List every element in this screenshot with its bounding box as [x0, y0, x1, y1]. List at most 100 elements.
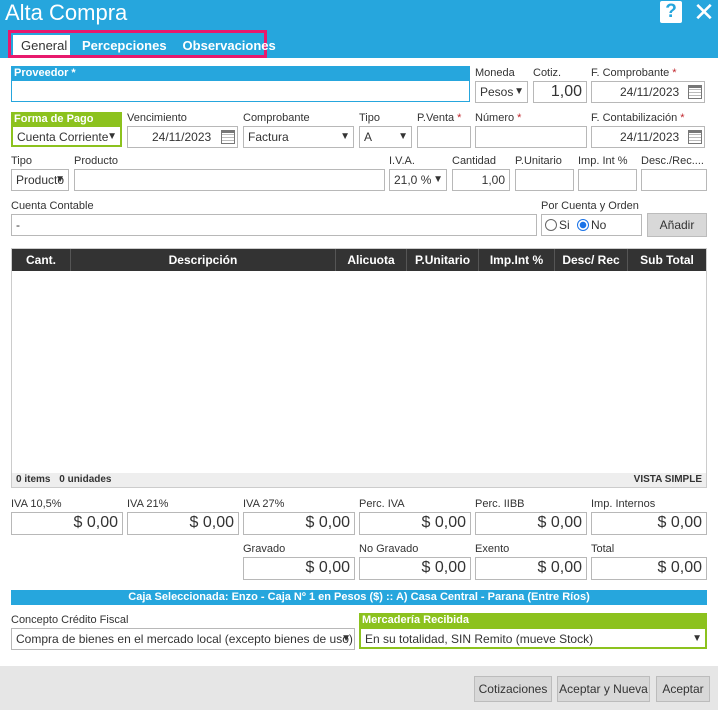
col-subtotal[interactable]: Sub Total: [628, 249, 706, 271]
proveedor-input[interactable]: [11, 80, 470, 102]
cotiz-label: Cotiz.: [533, 67, 562, 79]
calendar-icon[interactable]: [221, 130, 235, 144]
tab-observaciones[interactable]: Observaciones: [175, 35, 284, 55]
comprobante-select[interactable]: Factura ▼: [243, 126, 354, 148]
iva-label: I.V.A.: [389, 155, 415, 167]
producto-label: Producto: [74, 155, 119, 167]
forma-pago-label: Forma de Pago: [11, 112, 122, 126]
radio-si[interactable]: Si: [545, 218, 570, 232]
tab-percepciones[interactable]: Percepciones: [74, 35, 175, 55]
chevron-down-icon: ▼: [340, 131, 350, 142]
items-grid: Cant. Descripción Alicuota P.Unitario Im…: [11, 248, 707, 488]
exento-value: $ 0,00: [475, 557, 587, 580]
imp-internos-value: $ 0,00: [591, 512, 707, 535]
total-label: Total: [591, 543, 615, 555]
iva-select[interactable]: 21,0 % ▼: [389, 169, 447, 191]
moneda-label: Moneda: [475, 67, 515, 79]
col-descrec[interactable]: Desc/ Rec: [555, 249, 628, 271]
impint-label: Imp. Int %: [578, 155, 628, 167]
moneda-select[interactable]: Pesos ▼: [475, 81, 528, 103]
perc-iibb-label: Perc. IIBB: [475, 498, 525, 510]
iva27-label: IVA 27%: [243, 498, 285, 510]
iva21-value: $ 0,00: [127, 512, 239, 535]
producto-input[interactable]: [74, 169, 385, 191]
pventa-label: P.Venta *: [417, 112, 462, 124]
window-title: Alta Compra: [5, 0, 128, 25]
por-cuenta-orden-group: Si No: [541, 214, 642, 236]
vista-simple-link[interactable]: VISTA SIMPLE: [634, 473, 702, 487]
aceptar-button[interactable]: Aceptar: [656, 676, 710, 702]
close-icon[interactable]: ✕: [693, 0, 715, 25]
numero-input[interactable]: [475, 126, 587, 148]
grid-header: Cant. Descripción Alicuota P.Unitario Im…: [12, 249, 706, 271]
cuenta-contable-label: Cuenta Contable: [11, 200, 94, 212]
proveedor-label: Proveedor *: [11, 66, 470, 80]
chevron-down-icon: ▼: [341, 633, 351, 644]
no-gravado-value: $ 0,00: [359, 557, 471, 580]
fecha-comprobante-input[interactable]: 24/11/2023: [591, 81, 705, 103]
cantidad-input[interactable]: 1,00: [452, 169, 510, 191]
radio-no[interactable]: No: [577, 218, 606, 232]
dialog-footer: Cotizaciones Aceptar y Nueva Aceptar: [0, 666, 718, 710]
iva27-value: $ 0,00: [243, 512, 355, 535]
desc-label: Desc./Rec....: [641, 155, 704, 167]
col-alicuota[interactable]: Alicuota: [336, 249, 407, 271]
punitario-input[interactable]: [515, 169, 574, 191]
help-icon[interactable]: ?: [660, 1, 682, 23]
calendar-icon[interactable]: [688, 130, 702, 144]
aceptar-nueva-button[interactable]: Aceptar y Nueva: [557, 676, 650, 702]
chevron-down-icon: ▼: [398, 131, 408, 142]
total-value: $ 0,00: [591, 557, 707, 580]
forma-pago-select[interactable]: Cuenta Corriente ▼: [11, 125, 122, 147]
desc-input[interactable]: [641, 169, 707, 191]
grid-footer: 0 items 0 unidades VISTA SIMPLE: [12, 473, 706, 487]
col-punitario[interactable]: P.Unitario: [407, 249, 479, 271]
iva21-label: IVA 21%: [127, 498, 169, 510]
tab-bar: General Percepciones Observaciones: [8, 30, 276, 58]
tipo-comprobante-select[interactable]: A ▼: [359, 126, 412, 148]
concepto-select[interactable]: Compra de bienes en el mercado local (ex…: [11, 628, 355, 650]
no-gravado-label: No Gravado: [359, 543, 419, 555]
col-descripcion[interactable]: Descripción: [71, 249, 336, 271]
concepto-label: Concepto Crédito Fiscal: [11, 614, 129, 626]
mercaderia-label: Mercadería Recibida: [359, 613, 707, 627]
chevron-down-icon: ▼: [107, 131, 117, 142]
chevron-down-icon: ▼: [514, 86, 524, 97]
chevron-down-icon: ▼: [433, 174, 443, 185]
calendar-icon[interactable]: [688, 85, 702, 99]
chevron-down-icon: ▼: [692, 633, 702, 644]
col-impint[interactable]: Imp.Int %: [479, 249, 555, 271]
fecha-contabilizacion-input[interactable]: 24/11/2023: [591, 126, 705, 148]
perc-iva-value: $ 0,00: [359, 512, 471, 535]
title-bar: Alta Compra ? ✕ General Percepciones Obs…: [0, 0, 718, 58]
radio-checked-icon[interactable]: [577, 219, 590, 231]
cotizaciones-button[interactable]: Cotizaciones: [474, 676, 552, 702]
vencimiento-input[interactable]: 24/11/2023: [127, 126, 238, 148]
cotiz-input[interactable]: 1,00: [533, 81, 587, 103]
iva105-label: IVA 10,5%: [11, 498, 62, 510]
pventa-input[interactable]: [417, 126, 471, 148]
mercaderia-select[interactable]: En su totalidad, SIN Remito (mueve Stock…: [359, 627, 707, 649]
caja-seleccionada-bar: Caja Seleccionada: Enzo - Caja Nº 1 en P…: [11, 590, 707, 605]
chevron-down-icon: ▼: [55, 174, 65, 185]
gravado-value: $ 0,00: [243, 557, 355, 580]
tab-general[interactable]: General: [13, 35, 70, 55]
cuenta-contable-input[interactable]: -: [11, 214, 537, 236]
punitario-label: P.Unitario: [515, 155, 562, 167]
item-tipo-select[interactable]: Producto ▼: [11, 169, 69, 191]
units-count: 0 unidades: [59, 474, 112, 485]
vencimiento-label: Vencimiento: [127, 112, 187, 124]
add-item-button[interactable]: Añadir: [647, 213, 707, 237]
iva105-value: $ 0,00: [11, 512, 123, 535]
tipo-comprobante-label: Tipo: [359, 112, 380, 124]
impint-input[interactable]: [578, 169, 637, 191]
fecha-contabilizacion-label: F. Contabilización *: [591, 112, 685, 124]
col-cant[interactable]: Cant.: [12, 249, 71, 271]
gravado-label: Gravado: [243, 543, 286, 555]
item-tipo-label: Tipo: [11, 155, 32, 167]
imp-internos-label: Imp. Internos: [591, 498, 656, 510]
fecha-comprobante-label: F. Comprobante *: [591, 67, 677, 79]
cantidad-label: Cantidad: [452, 155, 497, 167]
radio-icon[interactable]: [545, 219, 557, 231]
exento-label: Exento: [475, 543, 510, 555]
